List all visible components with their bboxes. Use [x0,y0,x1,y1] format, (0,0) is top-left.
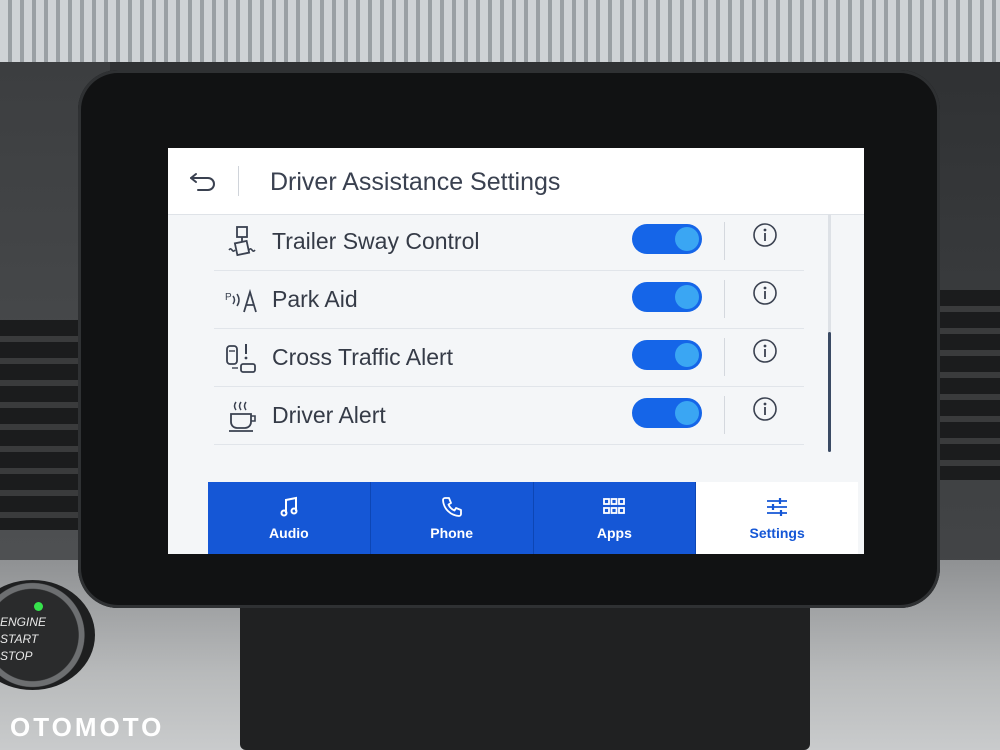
screen-header: Driver Assistance Settings [168,148,864,215]
info-icon[interactable] [752,280,778,306]
setting-label: Cross Traffic Alert [272,344,454,370]
info-icon[interactable] [752,222,778,248]
engine-label-line1: ENGINE [0,615,47,629]
engine-button-label: ENGINE START STOP [0,614,46,665]
setting-row-driver-alert: Driver Alert [214,388,804,445]
back-arrow-icon [190,173,215,191]
settings-list: Trailer Sway Control P Park Aid Cross Tr… [168,214,864,464]
setting-row-cross-traffic: Cross Traffic Alert [214,330,804,387]
setting-label: Park Aid [272,286,358,312]
tab-label: Audio [269,525,309,541]
coffee-cup-icon [229,401,256,432]
console-storage-slot [240,600,810,750]
toggle-knob [675,285,699,309]
trailer-sway-toggle[interactable] [632,224,702,254]
window-background [0,0,1000,62]
toggle-knob [675,401,699,425]
toggle-knob [675,227,699,251]
tab-label: Phone [430,525,474,541]
cross-traffic-toggle[interactable] [632,340,702,370]
driver-alert-toggle[interactable] [632,398,702,428]
info-icon[interactable] [752,396,778,422]
bottom-navigation-bar: Audio Phone Apps Settings [208,482,858,554]
scrollbar[interactable] [828,214,831,452]
setting-label: Trailer Sway Control [272,228,480,254]
park-aid-toggle[interactable] [632,282,702,312]
tab-label: Apps [596,525,632,541]
tab-settings[interactable]: Settings [696,482,858,554]
park-aid-icon: P [225,288,257,313]
sliders-icon [767,498,788,516]
tab-label: Settings [749,525,805,541]
divider [724,396,725,434]
page-title: Driver Assistance Settings [270,168,561,196]
trailer-sway-icon [228,226,256,257]
watermark-logo: OTOMOTO [10,712,165,742]
setting-row-trailer-sway: Trailer Sway Control [214,214,804,271]
back-button[interactable] [188,166,239,196]
cross-traffic-icon [226,344,256,373]
divider [724,338,725,376]
divider [724,280,725,318]
toggle-knob [675,343,699,367]
engine-label-line3: STOP [0,649,33,663]
infotainment-screen: Driver Assistance Settings Trailer Sway … [168,148,864,554]
divider [724,222,725,260]
phone-icon [441,497,462,517]
engine-label-line2: START [0,632,39,646]
tab-phone[interactable]: Phone [370,482,534,554]
scrollbar-thumb[interactable] [828,332,831,452]
tab-audio[interactable]: Audio [208,482,371,554]
setting-label: Driver Alert [272,402,386,428]
engine-led-indicator [34,602,43,611]
setting-row-park-aid: P Park Aid [214,272,804,329]
svg-text:P: P [225,292,232,303]
info-icon[interactable] [752,338,778,364]
grid-icon [603,498,626,514]
tab-apps[interactable]: Apps [533,482,697,554]
music-note-icon [280,496,298,517]
